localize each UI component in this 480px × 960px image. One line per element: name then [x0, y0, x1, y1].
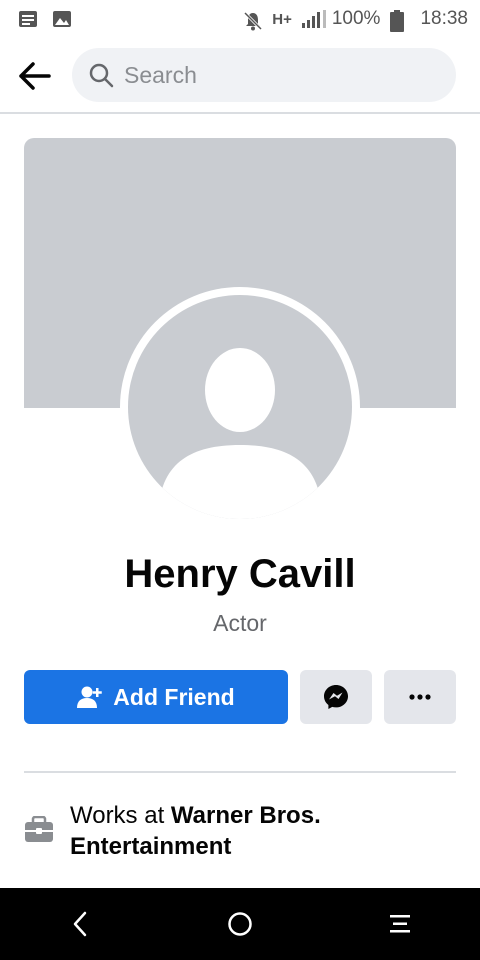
notes-icon — [18, 10, 38, 28]
nav-home-button[interactable] — [200, 888, 280, 960]
profile-picture[interactable] — [120, 287, 360, 527]
add-person-icon — [77, 685, 103, 709]
message-button[interactable] — [300, 670, 372, 724]
messenger-icon — [324, 685, 348, 709]
status-bar-left — [18, 10, 72, 28]
default-avatar-icon — [128, 295, 352, 519]
briefcase-icon — [24, 815, 54, 849]
more-options-button[interactable] — [384, 670, 456, 724]
search-bar[interactable] — [72, 48, 456, 102]
signal-icon — [301, 10, 326, 28]
nav-back-icon — [73, 911, 87, 937]
clock: 18:38 — [420, 8, 468, 29]
work-text: Works at Warner Bros. Entertainment — [70, 800, 456, 862]
nav-recents-button[interactable] — [360, 888, 440, 960]
nav-back-button[interactable] — [40, 888, 120, 960]
back-arrow-icon — [19, 62, 51, 90]
add-friend-button[interactable]: Add Friend — [24, 670, 288, 724]
system-navigation-bar — [0, 888, 480, 960]
battery-percent: 100% — [331, 8, 381, 29]
status-bar-right: H+ 100% 18:38 — [242, 8, 468, 32]
back-button[interactable] — [14, 56, 54, 96]
search-header — [0, 38, 480, 114]
status-bar: H+ 100% 18:38 — [0, 0, 480, 38]
intro-work-row[interactable]: Works at Warner Bros. Entertainment — [24, 800, 456, 862]
nav-home-icon — [228, 912, 252, 936]
nav-recents-icon — [390, 915, 410, 933]
notifications-off-icon — [242, 10, 263, 31]
battery-icon — [390, 10, 410, 32]
image-icon — [52, 10, 72, 28]
section-divider — [24, 771, 456, 773]
profile-name: Henry Cavill — [124, 552, 356, 596]
work-prefix: Works at — [70, 802, 171, 829]
more-dots-icon — [409, 694, 431, 700]
add-friend-label: Add Friend — [113, 683, 235, 710]
network-type: H+ — [272, 10, 292, 28]
search-icon — [89, 63, 114, 88]
search-input[interactable] — [124, 61, 424, 89]
profile-subtitle: Actor — [213, 610, 267, 636]
